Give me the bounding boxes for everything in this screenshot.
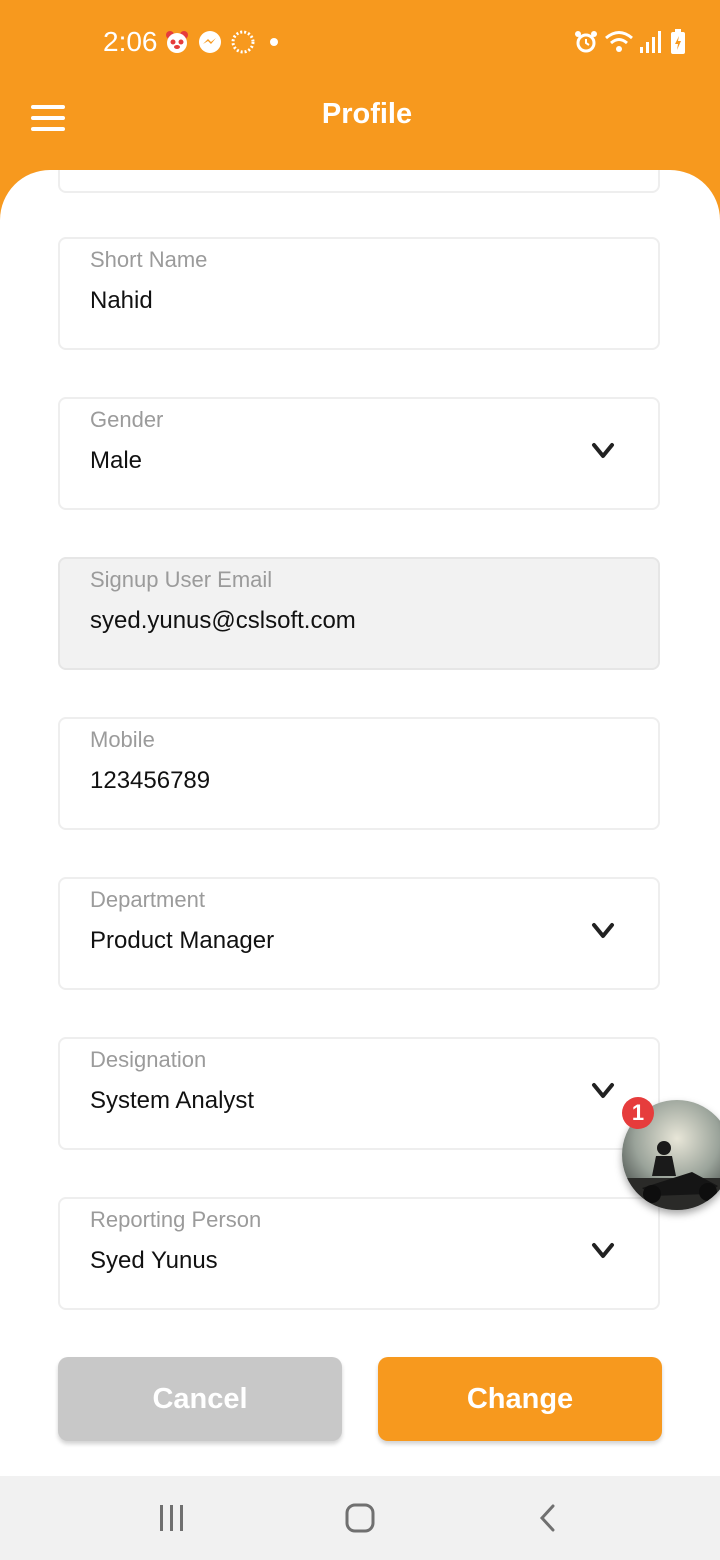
battery-charging-icon: [668, 28, 688, 56]
home-icon[interactable]: [338, 1496, 382, 1540]
system-navigation-bar: [0, 1476, 720, 1560]
field-value: System Analyst: [90, 1087, 255, 1114]
cancel-button[interactable]: Cancel: [58, 1357, 342, 1441]
chevron-down-icon: [592, 1083, 614, 1098]
profile-screen: 2:06 Profile Short Name Nahid Gender Mal…: [0, 0, 720, 1560]
status-time: 2:06: [103, 26, 158, 57]
status-bar: 2:06: [0, 0, 720, 84]
field-label: Short Name: [90, 247, 208, 272]
field-label: Mobile: [90, 727, 155, 752]
wifi-icon: [604, 28, 634, 56]
gender-dropdown[interactable]: Gender Male: [58, 397, 660, 510]
chevron-down-icon: [592, 1243, 614, 1258]
field-value: Product Manager: [90, 927, 275, 954]
messenger-icon: [197, 28, 223, 56]
profile-form-card: Short Name Nahid Gender Male Signup User…: [0, 170, 720, 1476]
signup-email-field: Signup User Email syed.yunus@cslsoft.com: [58, 557, 660, 670]
alarm-icon: [572, 28, 600, 56]
dot-icon: [268, 28, 280, 56]
field-label: Reporting Person: [90, 1207, 262, 1232]
change-button[interactable]: Change: [378, 1357, 662, 1441]
field-value: syed.yunus@cslsoft.com: [90, 607, 356, 634]
department-dropdown[interactable]: Department Product Manager: [58, 877, 660, 990]
field-value: Male: [90, 447, 143, 474]
mobile-field[interactable]: Mobile 123456789: [58, 717, 660, 830]
back-icon[interactable]: [526, 1496, 570, 1540]
signal-icon: [638, 28, 662, 56]
chevron-down-icon: [592, 443, 614, 458]
designation-dropdown[interactable]: Designation System Analyst: [58, 1037, 660, 1150]
field-value: 123456789: [90, 767, 211, 794]
loading-icon: [230, 28, 256, 56]
short-name-field[interactable]: Short Name Nahid: [58, 237, 660, 350]
reporting-person-dropdown[interactable]: Reporting Person Syed Yunus: [58, 1197, 660, 1310]
notification-badge: 1: [622, 1097, 654, 1129]
panda-app-icon: [164, 28, 190, 56]
field-label: Signup User Email: [90, 567, 273, 592]
recents-icon[interactable]: [150, 1496, 194, 1540]
previous-field-partial[interactable]: [58, 170, 660, 193]
field-label: Department: [90, 887, 205, 912]
field-value: Nahid: [90, 287, 153, 314]
field-value: Syed Yunus: [90, 1247, 218, 1274]
field-label: Designation: [90, 1047, 207, 1072]
chevron-down-icon: [592, 923, 614, 938]
field-label: Gender: [90, 407, 164, 432]
page-title: Profile: [321, 98, 413, 130]
title-bar: Profile: [0, 84, 720, 150]
